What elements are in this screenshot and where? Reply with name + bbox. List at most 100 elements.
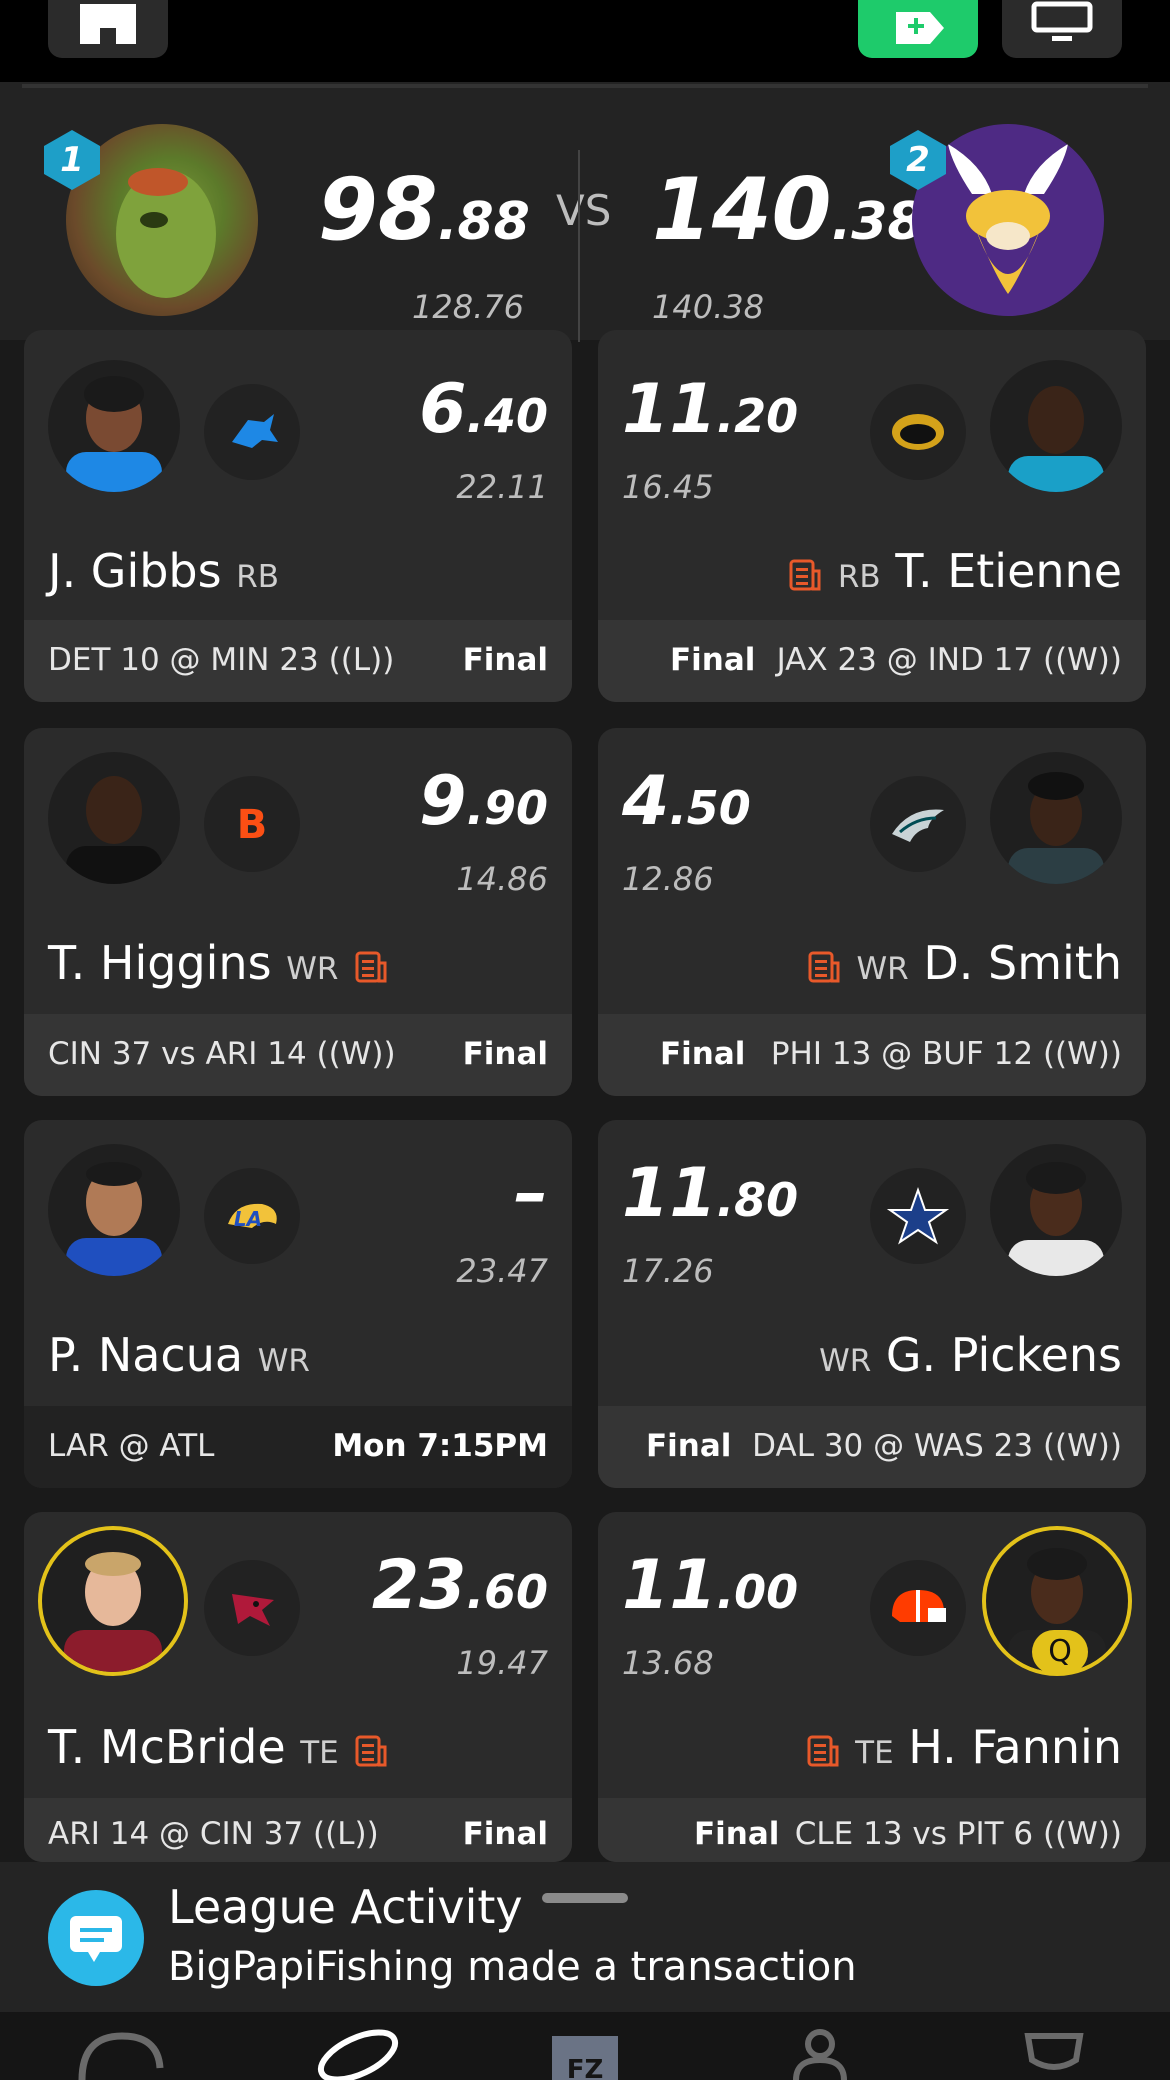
helmet-icon[interactable] (76, 2028, 166, 2080)
top-bar (0, 0, 1170, 82)
game-status: Final (670, 642, 756, 678)
center-divider (578, 150, 580, 342)
player-name: TE H. Fannin (805, 1720, 1122, 1774)
add-player-button[interactable] (858, 0, 978, 58)
player-card-mcbride[interactable]: 23.60 19.47 T. McBride TE ARI 14 @ CIN 3… (24, 1512, 572, 1862)
player-name: RB T. Etienne (787, 544, 1122, 598)
add-flag-icon (896, 12, 944, 44)
player-position: WR (257, 1343, 310, 1379)
profile-icon[interactable] (790, 2028, 850, 2080)
team2-score: 140.38 (652, 160, 924, 260)
browns-logo-icon (870, 1560, 966, 1656)
game-status: Final (462, 642, 548, 678)
game-status: Final (462, 1816, 548, 1852)
game-info: Final CLE 13 vs PIT 6 ((W)) (598, 1798, 1146, 1862)
player-name: WR D. Smith (806, 936, 1122, 990)
team1-rank-badge: 1 (40, 128, 104, 192)
game-score: LAR @ ATL (48, 1428, 215, 1464)
svg-text:FZ: FZ (567, 2055, 604, 2080)
player-score: 11.00 (622, 1546, 799, 1625)
cardinals-logo-icon (204, 1560, 300, 1656)
game-score: ARI 14 @ CIN 37 ((L)) (48, 1816, 379, 1852)
player-projection: 14.86 (456, 860, 548, 898)
svg-text:LA: LA (234, 1207, 262, 1231)
news-icon[interactable] (805, 1733, 841, 1769)
drag-handle[interactable] (542, 1893, 628, 1903)
chat-icon (48, 1890, 144, 1986)
player-score: 4.50 (622, 762, 751, 841)
game-status: Final (660, 1036, 746, 1072)
player-projection: 22.11 (456, 468, 548, 506)
player-card-pickens[interactable]: 11.80 17.26 WR G. Pickens Final DAL 30 @… (598, 1120, 1146, 1488)
game-status: Mon 7:15PM (332, 1428, 548, 1464)
player-card-nacua[interactable]: LA – 23.47 P. Nacua WR LAR @ ATL Mon 7:1… (24, 1120, 572, 1488)
player-score: 6.40 (419, 370, 548, 449)
player-projection: 23.47 (456, 1252, 548, 1290)
player-score: 11.80 (622, 1154, 799, 1233)
player-position: WR (856, 951, 909, 987)
player-position: RB (837, 559, 881, 595)
player-score: 11.20 (622, 370, 799, 449)
jaguars-logo-icon (870, 384, 966, 480)
player-score: – (514, 1154, 548, 1233)
player-position: WR (819, 1343, 872, 1379)
player-score: 23.60 (371, 1546, 548, 1625)
player-projection: 19.47 (456, 1644, 548, 1682)
player-name: WR G. Pickens (819, 1328, 1122, 1382)
game-info: Final PHI 13 @ BUF 12 ((W)) (598, 1014, 1146, 1096)
game-score: CIN 37 vs ARI 14 ((W)) (48, 1036, 396, 1072)
vs-label: VS (556, 186, 612, 235)
game-status: Final (646, 1428, 732, 1464)
news-icon[interactable] (353, 949, 389, 985)
activity-title: League Activity (168, 1880, 523, 1934)
activity-text: BigPapiFishing made a transaction (168, 1944, 857, 1990)
player-projection: 17.26 (622, 1252, 714, 1290)
game-score: JAX 23 @ IND 17 ((W)) (776, 642, 1122, 678)
player-headshot (990, 752, 1122, 884)
player-projection: 13.68 (622, 1644, 714, 1682)
player-name: T. Higgins WR (48, 936, 389, 990)
cowboys-logo-icon (870, 1168, 966, 1264)
player-name: J. Gibbs RB (48, 544, 280, 598)
team2-projected: 140.38 (652, 288, 764, 326)
player-card-gibbs[interactable]: 6.40 22.11 J. Gibbs RB DET 10 @ MIN 23 (… (24, 330, 572, 702)
player-card-fannin[interactable]: Q 11.00 13.68 TE H. Fannin Final CLE 13 … (598, 1512, 1146, 1862)
svg-text:B: B (237, 802, 268, 848)
news-icon[interactable] (353, 1733, 389, 1769)
player-projection: 12.86 (622, 860, 714, 898)
news-icon[interactable] (787, 557, 823, 593)
game-status: Final (694, 1816, 780, 1852)
player-position: TE (855, 1735, 894, 1771)
rams-logo-icon: LA (204, 1168, 300, 1264)
game-score: DAL 30 @ WAS 23 ((W)) (752, 1428, 1122, 1464)
team1-score: 98.88 (318, 160, 530, 260)
player-headshot (48, 752, 180, 884)
tv-icon (1031, 1, 1093, 41)
trophy-icon[interactable] (1016, 2028, 1092, 2080)
game-score: DET 10 @ MIN 23 ((L)) (48, 642, 395, 678)
player-card-higgins[interactable]: B 9.90 14.86 T. Higgins WR CIN 37 vs ARI… (24, 728, 572, 1096)
game-status: Final (462, 1036, 548, 1072)
home-button[interactable] (48, 0, 168, 58)
game-score: PHI 13 @ BUF 12 ((W)) (770, 1036, 1122, 1072)
team1-projected: 128.76 (412, 288, 524, 326)
tv-button[interactable] (1002, 0, 1122, 58)
eagles-logo-icon (870, 776, 966, 872)
player-position: WR (286, 951, 339, 987)
football-icon[interactable] (310, 2028, 400, 2080)
player-score: 9.90 (419, 762, 548, 841)
game-info: CIN 37 vs ARI 14 ((W)) Final (24, 1014, 572, 1096)
lions-logo-icon (204, 384, 300, 480)
game-info: Final JAX 23 @ IND 17 ((W)) (598, 620, 1146, 702)
news-icon[interactable] (806, 949, 842, 985)
team2-rank-badge: 2 (886, 128, 950, 192)
player-headshot (48, 1144, 180, 1276)
game-info: DET 10 @ MIN 23 ((L)) Final (24, 620, 572, 702)
fz-shield-icon[interactable]: FZ (548, 2028, 622, 2080)
bengals-logo-icon: B (204, 776, 300, 872)
player-card-etienne[interactable]: 11.20 16.45 RB T. Etienne Final JAX 23 @… (598, 330, 1146, 702)
injury-status-badge: Q (1032, 1630, 1088, 1674)
player-headshot (990, 360, 1122, 492)
divider (22, 84, 1148, 88)
player-card-smith[interactable]: 4.50 12.86 WR D. Smith Final PHI 13 @ BU… (598, 728, 1146, 1096)
